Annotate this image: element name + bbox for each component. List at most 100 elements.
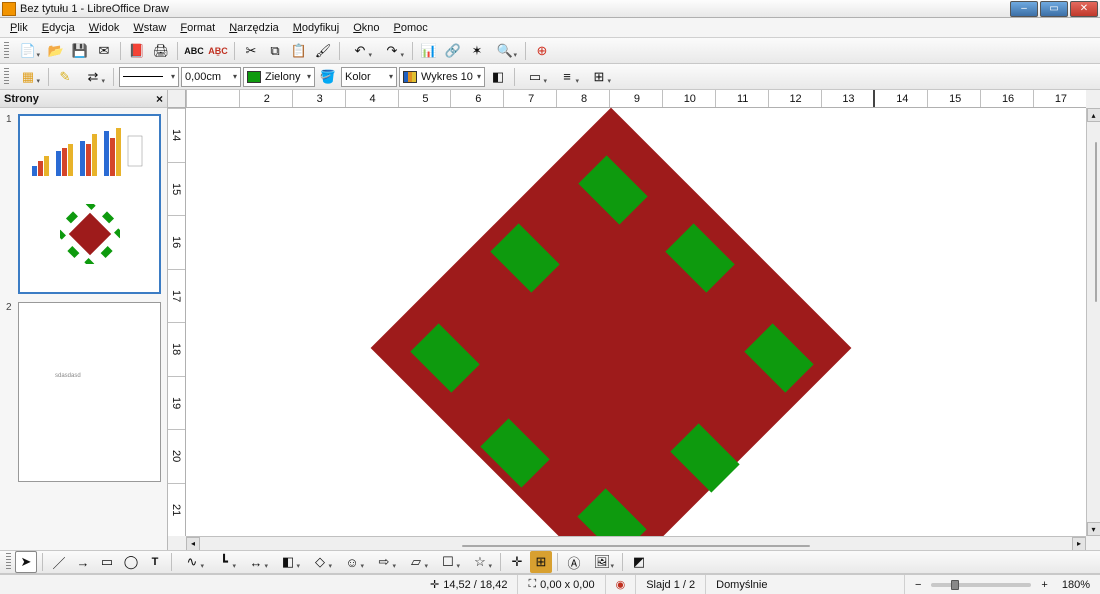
basic-shapes-button[interactable]: ◇: [305, 551, 335, 573]
from-file-button[interactable]: 🖼: [587, 551, 617, 573]
navigator-button[interactable]: ✶: [466, 40, 488, 62]
arrow-style-button[interactable]: ⇄: [78, 66, 108, 88]
menu-okno[interactable]: Okno: [347, 20, 385, 36]
flowchart-button[interactable]: ▱: [401, 551, 431, 573]
window-close-button[interactable]: ✕: [1070, 1, 1098, 17]
3d-tool-button[interactable]: ◧: [273, 551, 303, 573]
horizontal-ruler[interactable]: 2 3 4 5 6 7 8 9 10 11 12 13 14 15 16 17: [186, 90, 1086, 108]
distribute-button[interactable]: ⊞: [584, 66, 614, 88]
stars-button[interactable]: ☆: [465, 551, 495, 573]
undo-button[interactable]: ↶: [345, 40, 375, 62]
window-maximize-button[interactable]: ▭: [1040, 1, 1068, 17]
main-area: Strony × 1: [0, 90, 1100, 550]
scroll-down-button[interactable]: ▾: [1087, 522, 1100, 536]
scroll-thumb[interactable]: [462, 545, 811, 547]
curve-tool-button[interactable]: ∿: [177, 551, 207, 573]
paste-button[interactable]: 📋: [288, 40, 310, 62]
separator: [42, 553, 43, 571]
scroll-right-button[interactable]: ▸: [1072, 537, 1086, 551]
standard-toolbar: 📄 📂 💾 ✉ 📕 🖨 ABC AḆC ✂ ⧉ 📋 🖌 ↶ ↷ 📊 🔗 ✶ 🔍 …: [0, 38, 1100, 64]
menu-narzedzia[interactable]: Narzędzia: [223, 20, 285, 36]
grid-button[interactable]: ▦: [13, 66, 43, 88]
email-button[interactable]: ✉: [93, 40, 115, 62]
print-button[interactable]: 🖨: [150, 40, 172, 62]
text-tool-button[interactable]: T: [144, 551, 166, 573]
symbol-shapes-button[interactable]: ☺: [337, 551, 367, 573]
fontwork-button[interactable]: Ⓐ: [563, 551, 585, 573]
zoom-out-button[interactable]: −: [915, 579, 921, 591]
extrusion-button[interactable]: ◩: [628, 551, 650, 573]
slide-thumb-2[interactable]: 2 sdasdasd: [6, 302, 161, 482]
rectangle-tool-button[interactable]: ▭: [96, 551, 118, 573]
hyperlink-button[interactable]: 🔗: [442, 40, 464, 62]
vertical-scrollbar[interactable]: ▴ ▾: [1086, 108, 1100, 536]
zoom-slider[interactable]: [931, 583, 1031, 587]
zoom-value[interactable]: 180%: [1062, 579, 1090, 591]
select-tool-button[interactable]: ➤: [15, 551, 37, 573]
fill-button[interactable]: 🪣: [317, 66, 339, 88]
slide-thumb-1[interactable]: 1: [6, 114, 161, 294]
window-title: Bez tytułu 1 - LibreOffice Draw: [20, 3, 1010, 15]
menu-modyfikuj[interactable]: Modyfikuj: [287, 20, 345, 36]
ellipse-tool-button[interactable]: ◯: [120, 551, 142, 573]
lines-arrows-button[interactable]: ↔: [241, 551, 271, 573]
zoom-slider-knob[interactable]: [951, 580, 959, 590]
format-paint-button[interactable]: 🖌: [312, 40, 334, 62]
line-tool-button[interactable]: ／: [48, 551, 70, 573]
arrow-tool-button[interactable]: →: [72, 551, 94, 573]
align-button[interactable]: ≡: [552, 66, 582, 88]
redo-button[interactable]: ↷: [377, 40, 407, 62]
auto-spellcheck-button[interactable]: AḆC: [207, 40, 229, 62]
line-style-combo[interactable]: ▾: [119, 67, 179, 87]
line-width-combo[interactable]: 0,00cm▾: [181, 67, 241, 87]
menu-wstaw[interactable]: Wstaw: [127, 20, 172, 36]
status-insert-mode[interactable]: ◉: [606, 575, 637, 594]
slides-panel: Strony × 1: [0, 90, 168, 550]
copy-button[interactable]: ⧉: [264, 40, 286, 62]
callouts-button[interactable]: ☐: [433, 551, 463, 573]
save-button[interactable]: 💾: [69, 40, 91, 62]
connector-tool-button[interactable]: ┗: [209, 551, 239, 573]
scroll-thumb[interactable]: [1095, 142, 1097, 302]
drawing-page[interactable]: [186, 108, 1086, 536]
block-arrows-button[interactable]: ⇨: [369, 551, 399, 573]
toolbar-grip[interactable]: [4, 68, 9, 86]
scroll-up-button[interactable]: ▴: [1087, 108, 1100, 122]
menu-pomoc[interactable]: Pomoc: [388, 20, 434, 36]
separator: [177, 42, 178, 60]
slides-panel-close-button[interactable]: ×: [156, 92, 163, 106]
vertical-ruler[interactable]: 14 15 16 17 18 19 20 21: [168, 108, 186, 536]
status-size: ⛶0,00 x 0,00: [518, 575, 605, 594]
toolbar-grip[interactable]: [4, 42, 9, 60]
menu-plik[interactable]: Plik: [4, 20, 34, 36]
new-button[interactable]: 📄: [13, 40, 43, 62]
scroll-left-button[interactable]: ◂: [186, 537, 200, 551]
menu-bar: Plik Edycja Widok Wstaw Format Narzędzia…: [0, 18, 1100, 38]
zoom-button[interactable]: 🔍: [490, 40, 520, 62]
toolbar-grip[interactable]: [6, 553, 11, 571]
area-style-combo[interactable]: Kolor▾: [341, 67, 397, 87]
menu-edycja[interactable]: Edycja: [36, 20, 81, 36]
menu-widok[interactable]: Widok: [83, 20, 126, 36]
line-style-button[interactable]: ✎: [54, 66, 76, 88]
cut-button[interactable]: ✂: [240, 40, 262, 62]
window-minimize-button[interactable]: –: [1010, 1, 1038, 17]
zoom-in-button[interactable]: +: [1041, 579, 1047, 591]
horizontal-scrollbar[interactable]: ◂ ▸: [186, 536, 1086, 550]
area-pattern-combo[interactable]: Wykres 10▾: [399, 67, 485, 87]
ruler-corner[interactable]: [168, 90, 186, 108]
status-slide[interactable]: Slajd 1 / 2: [636, 575, 706, 594]
line-color-combo[interactable]: Zielony▾: [243, 67, 315, 87]
points-edit-button[interactable]: ✛: [506, 551, 528, 573]
status-layout[interactable]: Domyślnie: [706, 575, 905, 594]
shadow-button[interactable]: ◧: [487, 66, 509, 88]
slide-number: 2: [6, 302, 18, 482]
chart-button[interactable]: 📊: [418, 40, 440, 62]
help-button[interactable]: ⊕: [531, 40, 553, 62]
spellcheck-button[interactable]: ABC: [183, 40, 205, 62]
open-button[interactable]: 📂: [45, 40, 67, 62]
menu-format[interactable]: Format: [174, 20, 221, 36]
pdf-button[interactable]: 📕: [126, 40, 148, 62]
gluepoints-button[interactable]: ⊞: [530, 551, 552, 573]
arrange-button[interactable]: ▭: [520, 66, 550, 88]
